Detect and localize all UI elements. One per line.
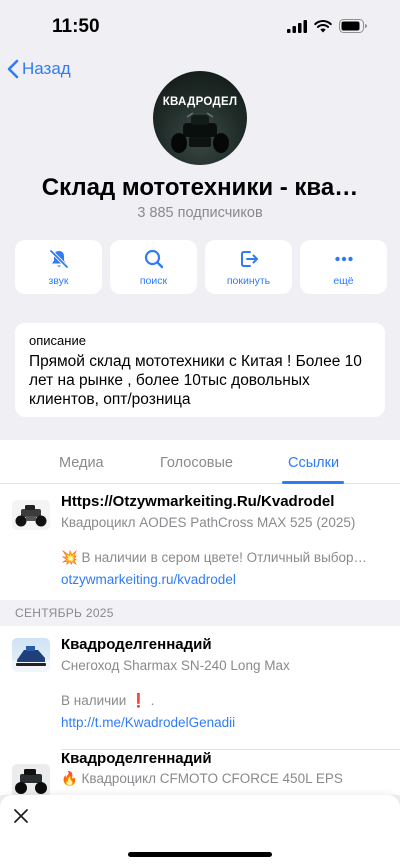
battery-icon <box>339 19 367 33</box>
search-label: поиск <box>139 274 168 287</box>
leave-label: покинуть <box>226 274 271 287</box>
home-indicator <box>128 852 272 857</box>
link-thumbnail <box>12 764 50 795</box>
tab-media[interactable]: Медиа <box>59 455 104 471</box>
signal-icon <box>287 19 307 33</box>
tab-voice[interactable]: Голосовые <box>160 455 233 471</box>
link-url[interactable]: otzywmarkeiting.ru/kvadrodel <box>61 572 236 587</box>
more-label: ещё <box>333 274 354 287</box>
mute-label: звук <box>48 274 69 287</box>
link-subtitle: Снегоход Sharmax SN-240 Long Max <box>61 658 290 673</box>
bottom-bar <box>0 795 400 867</box>
snowmobile-thumb-icon <box>12 646 50 672</box>
section-header-date: СЕНТЯБРЬ 2025 <box>0 600 400 626</box>
channel-avatar[interactable]: КВАДРОДЕЛ <box>153 71 247 165</box>
tab-links[interactable]: Ссылки <box>288 455 339 471</box>
mute-button[interactable]: звук <box>15 240 102 294</box>
more-button[interactable]: ещё <box>300 240 387 294</box>
back-label: Назад <box>22 59 71 78</box>
status-icons <box>287 19 368 33</box>
description-card: описание Прямой склад мототехники с Кита… <box>15 323 385 417</box>
link-thumbnail <box>12 500 50 530</box>
close-icon[interactable] <box>12 807 30 825</box>
leave-icon <box>240 250 258 267</box>
shared-media-panel: Медиа Голосовые Ссылки Https://Otzywmark… <box>0 440 400 795</box>
link-subtitle: Квадроцикл AODES PathCross MAX 525 (2025… <box>61 515 356 530</box>
link-item[interactable]: Квадроделгеннадий 🔥 Квадроцикл CFMOTO CF… <box>0 750 400 795</box>
link-title: Https://Otzywmarkeiting.Ru/Kvadrodel <box>61 493 335 510</box>
link-title: Квадроделгеннадий <box>61 636 212 653</box>
link-preview: В наличии ❗ . <box>61 693 155 708</box>
description-text: Прямой склад мототехники с Китая ! Более… <box>29 353 362 408</box>
link-item[interactable]: Квадроделгеннадий Снегоход Sharmax SN-24… <box>0 626 400 750</box>
search-icon <box>144 249 163 268</box>
bell-mute-icon <box>49 249 68 268</box>
link-thumbnail <box>12 638 50 672</box>
link-preview: 💥 В наличии в сером цвете! Отличный выбо… <box>61 550 368 565</box>
status-bar: 11:50 <box>0 0 400 54</box>
wifi-icon <box>314 19 332 32</box>
link-title: Квадроделгеннадий <box>61 750 212 767</box>
search-button[interactable]: поиск <box>110 240 197 294</box>
atv-thumb-icon <box>15 505 47 527</box>
link-subtitle: 🔥 Квадроцикл CFMOTO CFORCE 450L EPS <box>61 771 343 786</box>
subscriber-count: 3 885 подписчиков <box>137 205 263 221</box>
link-url[interactable]: http://t.me/KwadrodelGenadii <box>61 715 235 730</box>
link-item[interactable]: Https://Otzywmarkeiting.Ru/Kvadrodel Ква… <box>0 484 400 600</box>
action-buttons: звук поиск покинуть ещё <box>15 240 387 294</box>
chevron-left-icon <box>7 59 19 79</box>
status-time: 11:50 <box>52 16 100 37</box>
leave-button[interactable]: покинуть <box>205 240 292 294</box>
media-tabs: Медиа Голосовые Ссылки <box>0 440 400 484</box>
description-label: описание <box>29 333 86 348</box>
back-button[interactable]: Назад <box>6 58 71 80</box>
channel-title: Склад мототехники - ква… <box>41 174 359 201</box>
atv-image-icon <box>171 112 229 153</box>
more-icon <box>334 256 353 261</box>
atv-thumb-icon <box>15 769 47 794</box>
